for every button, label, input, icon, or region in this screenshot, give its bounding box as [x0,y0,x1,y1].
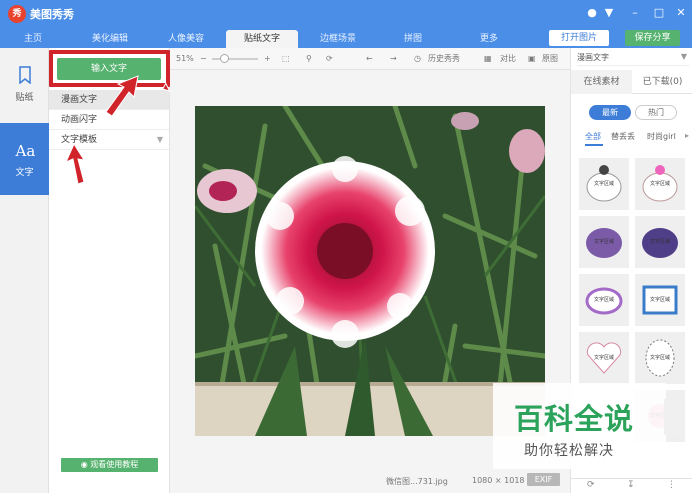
history-icon[interactable]: ◷ [414,53,421,65]
status-bar: 微信图...731.jpg 1080 × 1018 [170,472,570,493]
material-thumb[interactable]: 文字区域 [635,158,685,210]
category-underline [585,144,603,146]
category-all[interactable]: 全部 [585,131,601,142]
rotate-icon[interactable]: ⟳ [326,53,333,65]
compare-label[interactable]: 对比 [500,53,516,65]
image-dimensions: 1080 × 1018 [472,476,525,485]
material-tabs: 在线素材 已下载(0) [571,70,692,94]
category-tidiudiu[interactable]: 替丢丢 [611,131,635,142]
material-thumb[interactable]: 文字区域 [579,332,629,384]
download-icon[interactable]: ↧ [627,480,635,490]
filter-popular[interactable]: 热门 [635,105,677,120]
material-thumb[interactable]: 文字区域 [635,216,685,268]
redo-icon[interactable]: → [390,53,397,65]
zoom-in-icon[interactable]: + [264,53,271,65]
category-dropdown-value: 漫画文字 [577,53,609,62]
thumb-caption: 文字区域 [649,181,670,187]
category-dropdown[interactable]: 漫画文字 ▼ [577,52,689,66]
app-window: 秀 美图秀秀 ● ▼ – □ ✕ 主页 美化编辑 人像美容 贴纸文字 边框场景 … [0,0,692,493]
more-icon[interactable]: ⋮ [667,480,676,490]
watermark-title: 百科全说 [514,402,635,436]
filter-newest[interactable]: 最新 [589,105,631,120]
zoom-out-icon[interactable]: − [200,53,207,65]
thumb-caption: 文字区域 [649,297,670,303]
category-fashion-girl[interactable]: 时尚girl [647,131,676,142]
zoom-slider-handle[interactable] [220,54,229,63]
chevron-down-icon: ▼ [680,52,687,61]
undo-icon[interactable]: ← [366,53,373,65]
zoom-slider-track[interactable] [212,58,258,60]
chevron-right-icon[interactable]: ▸ [685,131,689,140]
thumb-caption: 文字区域 [593,181,614,187]
history-label[interactable]: 历史秀秀 [428,53,460,65]
zoom-level: 51% [176,54,194,63]
original-label[interactable]: 原图 [542,53,558,65]
refresh-icon[interactable]: ⟳ [587,480,595,490]
thumb-caption: 文字区域 [593,355,614,361]
crop-fit-icon[interactable]: ⬚ [282,53,290,65]
panel-footer: ⟳ ↧ ⋮ [571,478,692,493]
material-thumb[interactable]: 文字区域 [579,274,629,326]
tab-downloaded[interactable]: 已下载(0) [632,70,692,94]
compare-icon[interactable]: ▦ [484,53,492,65]
file-name: 微信图...731.jpg [386,477,448,486]
material-thumb[interactable]: 文字区域 [635,274,685,326]
thumb-caption: 文字区域 [593,239,614,245]
magnify-icon[interactable]: ⚲ [306,53,312,65]
material-thumb[interactable]: 文字区域 [635,332,685,384]
watermark-subtitle: 助你轻松解决 [524,443,614,459]
scroll-indicator[interactable] [664,399,684,435]
tab-online[interactable]: 在线素材 [571,70,632,94]
thumb-caption: 文字区域 [649,239,670,245]
exif-button[interactable]: EXIF [527,473,560,486]
canvas-toolbar: 51% − + ⬚ ⚲ ⟳ ← → ◷ 历史秀秀 ▦ 对比 ▣ 原图 [170,48,570,70]
thumb-caption: 文字区域 [649,355,670,361]
material-thumb[interactable]: 文字区域 [579,216,629,268]
material-thumb[interactable]: 文字区域 [579,158,629,210]
original-icon[interactable]: ▣ [528,53,536,65]
thumb-caption: 文字区域 [593,297,614,303]
